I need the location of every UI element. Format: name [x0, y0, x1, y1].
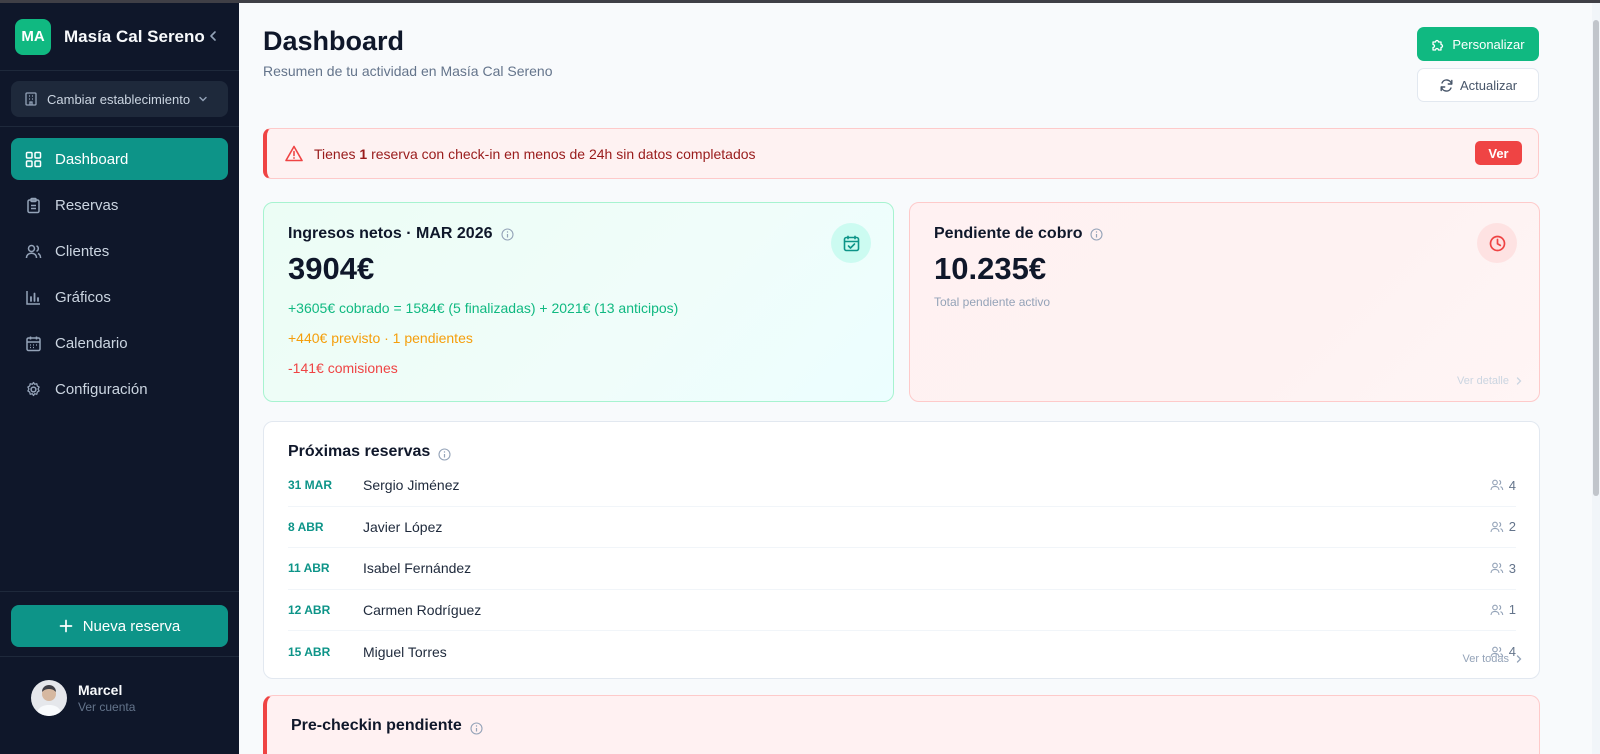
sidebar-item-label: Dashboard	[55, 150, 129, 168]
income-collected: +3605€ cobrado = 1584€ (5 finalizadas) +…	[288, 300, 679, 316]
customize-label: Personalizar	[1452, 36, 1525, 52]
checkin-alert: Tienes 1 reserva con check-in en menos d…	[263, 128, 1539, 179]
chevron-down-icon	[199, 96, 207, 102]
new-booking-button[interactable]: Nueva reserva	[11, 605, 228, 647]
sidebar-item-calendario[interactable]: Calendario	[11, 322, 228, 364]
sidebar: MA Masía Cal Sereno Cambiar establecimie…	[0, 3, 239, 754]
clipboard-icon	[27, 197, 40, 213]
booking-guests: 1	[1490, 602, 1516, 617]
booking-guests: 4	[1490, 478, 1516, 493]
sidebar-item-graficos[interactable]: Gráficos	[11, 276, 228, 318]
users-icon	[1490, 604, 1504, 615]
booking-row[interactable]: 8 ABR Javier López 2	[288, 507, 1516, 548]
chevron-left-icon[interactable]	[206, 29, 220, 43]
precheckin-card: Pre-checkin pendiente	[263, 695, 1540, 754]
sidebar-item-reservas[interactable]: Reservas	[11, 184, 228, 226]
avatar	[31, 680, 67, 716]
sidebar-item-dashboard[interactable]: Dashboard	[11, 138, 228, 180]
booking-row[interactable]: 12 ABR Carmen Rodríguez 1	[288, 590, 1516, 631]
new-booking-label: Nueva reserva	[82, 617, 181, 635]
alert-message: Tienes 1 reserva con check-in en menos d…	[314, 145, 756, 162]
user-name: Marcel	[78, 682, 123, 698]
booking-row[interactable]: 11 ABR Isabel Fernández 3	[288, 548, 1516, 590]
income-forecast: +440€ previsto · 1 pendientes	[288, 330, 473, 346]
brand-logo: MA	[15, 18, 51, 55]
sidebar-nav: Dashboard Reservas Clientes Gráficos Cal…	[0, 127, 239, 410]
info-icon[interactable]	[1090, 227, 1104, 241]
upcoming-bookings-card: Próximas reservas 31 MAR Sergio Jiménez …	[263, 421, 1540, 679]
booking-guest-name: Carmen Rodríguez	[363, 601, 482, 618]
users-icon	[1490, 479, 1504, 491]
main-content: Dashboard Resumen de tu actividad en Mas…	[239, 3, 1600, 754]
booking-date: 11 ABR	[288, 561, 330, 576]
clock-icon	[1477, 223, 1517, 263]
booking-guest-name: Javier López	[363, 518, 443, 535]
grid-icon	[25, 151, 42, 167]
sidebar-item-label: Reservas	[55, 196, 119, 214]
users-icon	[25, 244, 42, 258]
sidebar-item-label: Clientes	[55, 242, 110, 260]
chevron-right-icon	[1516, 655, 1522, 663]
income-fees: -141€ comisiones	[288, 360, 398, 376]
booking-guest-name: Isabel Fernández	[363, 560, 472, 577]
booking-guests: 2	[1490, 519, 1516, 534]
establishment-switcher[interactable]: Cambiar establecimiento	[11, 81, 228, 117]
pending-card: Pendiente de cobro 10.235€ Total pendien…	[909, 202, 1540, 402]
booking-guest-name: Miguel Torres	[363, 643, 447, 660]
users-icon	[1490, 562, 1504, 574]
refresh-button[interactable]: Actualizar	[1417, 68, 1539, 102]
booking-row[interactable]: 15 ABR Miguel Torres 4	[288, 631, 1516, 673]
booking-date: 8 ABR	[288, 519, 324, 534]
brand-header: MA Masía Cal Sereno	[0, 3, 239, 71]
precheckin-title: Pre-checkin pendiente	[291, 716, 483, 735]
info-icon[interactable]	[438, 448, 451, 461]
income-card: Ingresos netos · MAR 2026 3904€ +3605€ c…	[263, 202, 894, 402]
pending-value: 10.235€	[934, 251, 1047, 286]
income-value: 3904€	[288, 251, 375, 286]
booking-guest-name: Sergio Jiménez	[363, 477, 460, 494]
page-title: Dashboard	[263, 26, 405, 56]
chevron-right-icon	[1516, 377, 1522, 385]
sidebar-item-clientes[interactable]: Clientes	[11, 230, 228, 272]
sidebar-item-label: Gráficos	[55, 288, 111, 306]
refresh-icon	[1440, 78, 1453, 92]
view-all-link[interactable]: Ver todas	[1463, 653, 1525, 665]
view-account-link[interactable]: Ver cuenta	[78, 700, 135, 714]
booking-list: 31 MAR Sergio Jiménez 4 8 ABR Javier Lóp…	[288, 465, 1516, 673]
sidebar-item-label: Calendario	[55, 334, 128, 352]
booking-row[interactable]: 31 MAR Sergio Jiménez 4	[288, 465, 1516, 507]
booking-date: 12 ABR	[288, 602, 331, 617]
upcoming-title: Próximas reservas	[288, 442, 451, 461]
gear-icon	[27, 381, 40, 396]
view-detail-link[interactable]: Ver detalle	[1457, 375, 1525, 387]
switcher-label: Cambiar establecimiento	[47, 91, 191, 107]
booking-date: 15 ABR	[288, 644, 331, 659]
brand-name: Masía Cal Sereno	[64, 26, 205, 46]
sidebar-item-configuracion[interactable]: Configuración	[11, 368, 228, 410]
bar-chart-icon	[26, 290, 40, 305]
calendar-icon	[26, 336, 41, 351]
alert-view-button[interactable]: Ver	[1475, 141, 1522, 165]
info-icon[interactable]	[470, 722, 483, 735]
puzzle-icon	[1432, 39, 1444, 51]
calendar-check-icon	[831, 223, 871, 263]
pending-title: Pendiente de cobro	[934, 225, 1104, 243]
info-icon[interactable]	[500, 227, 514, 241]
pending-subtitle: Total pendiente activo	[934, 295, 1051, 309]
booking-date: 31 MAR	[288, 478, 333, 493]
page-subtitle: Resumen de tu actividad en Masía Cal Ser…	[263, 63, 553, 79]
booking-guests: 3	[1490, 561, 1516, 576]
warning-icon	[285, 145, 303, 162]
income-title: Ingresos netos · MAR 2026	[288, 225, 514, 243]
refresh-label: Actualizar	[1459, 77, 1518, 93]
plus-icon	[59, 619, 73, 633]
scrollbar-thumb[interactable]	[1593, 20, 1599, 496]
user-account[interactable]: Marcel Ver cuenta	[0, 656, 239, 754]
customize-button[interactable]: Personalizar	[1417, 27, 1539, 61]
sidebar-item-label: Configuración	[55, 380, 148, 398]
building-icon	[25, 92, 37, 106]
users-icon	[1490, 521, 1504, 532]
